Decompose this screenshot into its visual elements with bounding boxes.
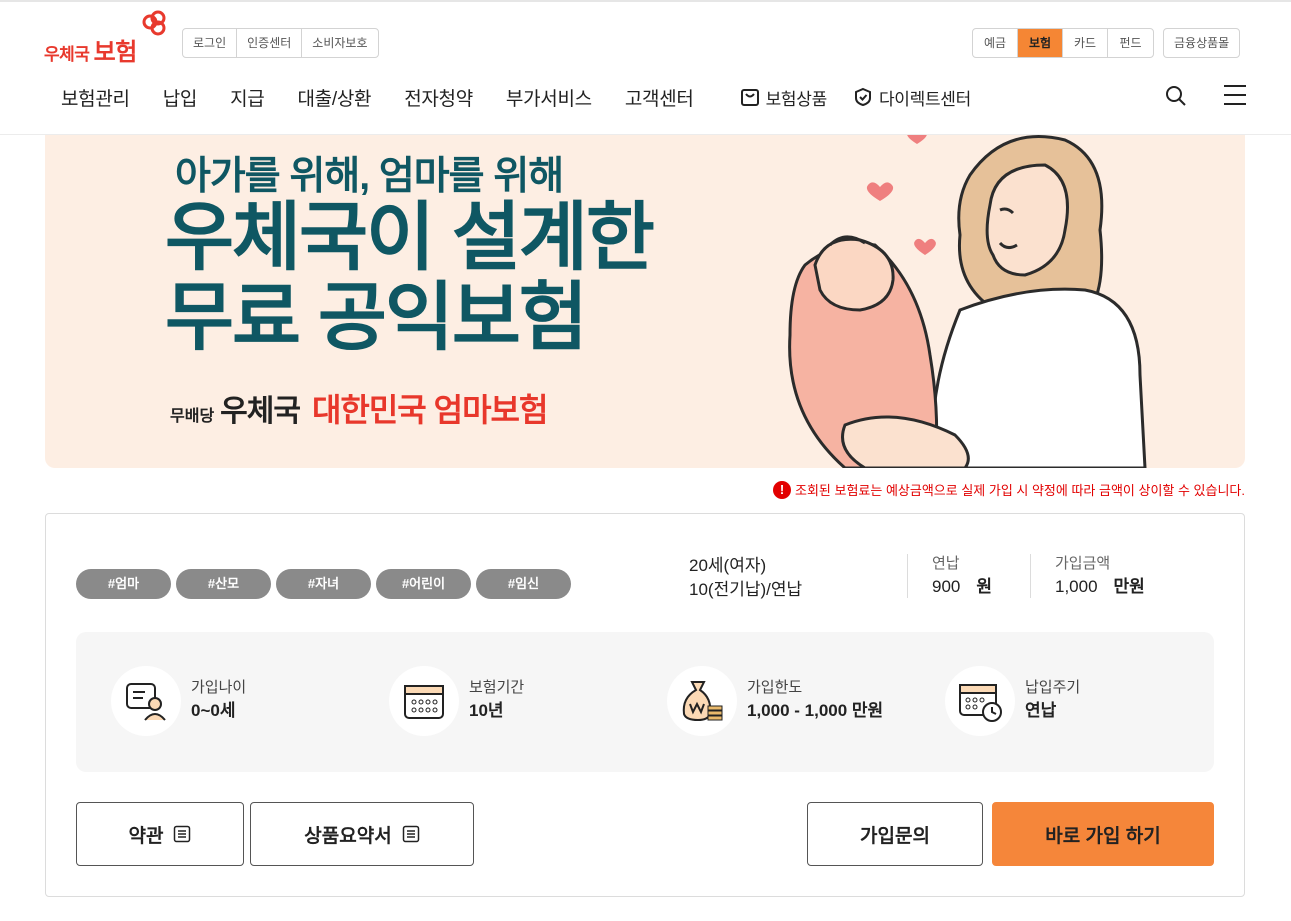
product-info-box: 가입나이 0~0세 보험기간 10년 가입한도 1,000 - 1,000 만원 xyxy=(76,632,1214,772)
auth-center-link[interactable]: 인증센터 xyxy=(237,29,303,57)
banner-subtitle: 아가를 위해, 엄마를 위해 xyxy=(175,155,564,198)
nav-extra-services[interactable]: 부가서비스 xyxy=(506,84,592,111)
tab-deposit[interactable]: 예금 xyxy=(973,29,1018,57)
tab-card[interactable]: 카드 xyxy=(1063,29,1108,57)
info-payment-cycle: 납입주기 연납 xyxy=(945,666,1080,736)
login-link[interactable]: 로그인 xyxy=(183,29,238,57)
document-icon xyxy=(402,825,419,843)
tag-kids[interactable]: #어린이 xyxy=(376,569,471,599)
nav-payment[interactable]: 납입 xyxy=(163,84,198,111)
logo-text: 우체국 보험 xyxy=(44,39,137,66)
annual-premium: 연납 900 원 xyxy=(907,554,992,598)
epost-insurance-logo[interactable]: 우체국 보험 xyxy=(44,10,170,66)
top-border xyxy=(0,0,1291,2)
shopping-bag-icon xyxy=(740,89,759,106)
banner-title: 우체국이 설계한 무료 공익보험 xyxy=(165,195,655,359)
tag-child[interactable]: #자녀 xyxy=(276,569,371,599)
join-inquiry-button[interactable]: 가입문의 xyxy=(807,802,983,866)
calendar-icon xyxy=(404,685,444,719)
financial-mall-button[interactable]: 금융상품몰 xyxy=(1163,28,1241,58)
hashtag-list: #엄마 #산모 #자녀 #어린이 #임신 xyxy=(76,569,576,599)
info-join-age: 가입나이 0~0세 xyxy=(111,666,246,736)
nav-direct-center[interactable]: 다이렉트센터 xyxy=(853,85,971,110)
consumer-protection-link[interactable]: 소비자보호 xyxy=(302,29,377,57)
main-nav: 보험관리 납입 지급 대출/상환 전자청약 부가서비스 고객센터 보험상품 다이… xyxy=(61,82,997,112)
join-now-button[interactable]: 바로 가입 하기 xyxy=(992,802,1214,866)
quote-summary: 20세(여자) 10(전기납)/연납 xyxy=(689,556,803,599)
mother-baby-illustration xyxy=(788,135,1147,468)
promo-banner[interactable]: 아가를 위해, 엄마를 위해 우체국이 설계한 무료 공익보험 무배당 우체국 … xyxy=(45,135,1245,468)
info-coverage-period: 보험기간 10년 xyxy=(389,666,524,736)
document-icon xyxy=(174,825,191,843)
search-icon[interactable] xyxy=(1164,84,1188,108)
shield-check-icon xyxy=(854,87,871,107)
tag-mom[interactable]: #엄마 xyxy=(76,569,171,599)
banner-product-name: 무배당 우체국 대한민국 엄마보험 xyxy=(170,392,548,428)
tab-insurance[interactable]: 보험 xyxy=(1018,29,1063,57)
product-summary-button[interactable]: 상품요약서 xyxy=(250,802,474,866)
logo-flower-icon xyxy=(142,10,166,36)
nav-loan[interactable]: 대출/상환 xyxy=(297,84,371,111)
product-card: #엄마 #산모 #자녀 #어린이 #임신 20세(여자) 10(전기납)/연납 … xyxy=(45,513,1245,897)
hamburger-menu-icon[interactable] xyxy=(1224,85,1246,105)
coverage-amount: 가입금액 1,000 만원 xyxy=(1030,554,1145,598)
nav-insurance-products[interactable]: 보험상품 xyxy=(740,85,827,110)
utility-links: 로그인 인증센터 소비자보호 xyxy=(182,28,379,58)
tag-pregnancy[interactable]: #임신 xyxy=(476,569,571,599)
warning-icon: ! xyxy=(773,480,792,499)
consult-person-icon xyxy=(126,683,166,721)
nav-e-subscription[interactable]: 전자청약 xyxy=(404,84,473,111)
calendar-clock-icon xyxy=(959,684,1002,722)
terms-button[interactable]: 약관 xyxy=(76,802,244,866)
nav-insurance-management[interactable]: 보험관리 xyxy=(61,84,130,111)
money-bag-icon xyxy=(682,681,723,722)
service-tabs: 예금 보험 카드 펀드 xyxy=(972,28,1154,58)
nav-customer-center[interactable]: 고객센터 xyxy=(625,84,694,111)
tab-fund[interactable]: 펀드 xyxy=(1108,29,1153,57)
tag-postpartum[interactable]: #산모 xyxy=(176,569,271,599)
premium-notice: ! 조회된 보험료는 예상금액으로 실제 가입 시 약정에 따라 금액이 상이할… xyxy=(773,480,1245,499)
info-coverage-limit: 가입한도 1,000 - 1,000 만원 xyxy=(667,666,883,736)
nav-claim[interactable]: 지급 xyxy=(230,84,265,111)
